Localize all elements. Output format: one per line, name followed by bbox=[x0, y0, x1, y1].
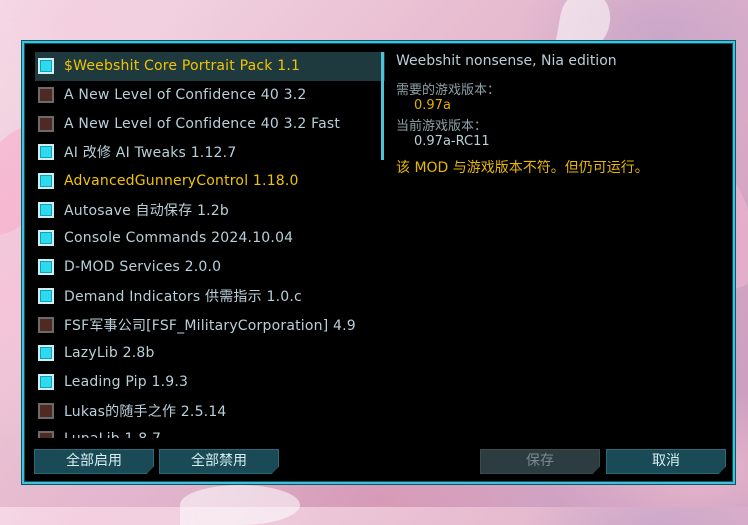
disable-all-button[interactable]: 全部禁用 bbox=[159, 449, 279, 474]
mod-name-label: D-MOD Services 2.0.0 bbox=[64, 259, 222, 276]
mod-name-label: Lukas的随手之作 2.5.14 bbox=[64, 403, 227, 420]
checkbox-checked[interactable] bbox=[38, 201, 54, 218]
mod-name-label: A New Level of Confidence 40 3.2 Fast bbox=[64, 115, 341, 132]
mod-list-item[interactable]: $Weebshit Core Portrait Pack 1.1 bbox=[35, 52, 385, 81]
current-version-label: 当前游戏版本： bbox=[396, 119, 488, 134]
mod-list-item[interactable]: LunaLib 1.8.7 bbox=[35, 425, 385, 438]
mod-list-item[interactable]: Autosave 自动保存 1.2b bbox=[35, 195, 385, 224]
mod-list-item[interactable]: LazyLib 2.8b bbox=[35, 339, 385, 368]
checkbox-unchecked[interactable] bbox=[38, 115, 54, 132]
mod-name-label: Console Commands 2024.10.04 bbox=[64, 230, 294, 247]
mod-list-item[interactable]: AdvancedGunneryControl 1.18.0 bbox=[35, 167, 385, 196]
checkbox-checked[interactable] bbox=[38, 287, 54, 304]
mod-info-panel: Weebshit nonsense, Nia edition 需要的游戏版本： … bbox=[396, 53, 726, 177]
checkbox-unchecked[interactable] bbox=[38, 402, 54, 419]
checkbox-unchecked[interactable] bbox=[38, 316, 54, 333]
mod-list-item[interactable]: D-MOD Services 2.0.0 bbox=[35, 253, 385, 282]
mod-list-item[interactable]: Leading Pip 1.9.3 bbox=[35, 368, 385, 397]
required-version-label: 需要的游戏版本： bbox=[396, 83, 501, 98]
mod-list-item[interactable]: FSF军事公司[FSF_MilitaryCorporation] 4.9 bbox=[35, 310, 385, 339]
mod-manager-dialog: $Weebshit Core Portrait Pack 1.1 A New Le… bbox=[22, 41, 735, 484]
mod-list-item[interactable]: AI 改修 AI Tweaks 1.12.7 bbox=[35, 138, 385, 167]
mod-list-scrollbar[interactable] bbox=[381, 52, 384, 160]
mod-list[interactable]: $Weebshit Core Portrait Pack 1.1 A New Le… bbox=[35, 52, 385, 438]
checkbox-checked[interactable] bbox=[38, 230, 54, 247]
mod-name-label: AI 改修 AI Tweaks 1.12.7 bbox=[64, 145, 237, 162]
mod-name-label: Autosave 自动保存 1.2b bbox=[64, 202, 229, 219]
version-mismatch-warning: 该 MOD 与游戏版本不符。但仍可运行。 bbox=[396, 160, 649, 176]
mod-name-label: $Weebshit Core Portrait Pack 1.1 bbox=[64, 58, 301, 75]
enable-all-button[interactable]: 全部启用 bbox=[34, 449, 154, 474]
mod-description: Weebshit nonsense, Nia edition bbox=[396, 53, 617, 69]
mod-name-label: Leading Pip 1.9.3 bbox=[64, 373, 189, 390]
checkbox-checked[interactable] bbox=[38, 144, 54, 161]
save-button[interactable]: 保存 bbox=[480, 449, 600, 474]
mod-name-label: FSF军事公司[FSF_MilitaryCorporation] 4.9 bbox=[64, 317, 356, 334]
mod-name-label: Demand Indicators 供需指示 1.0.c bbox=[64, 288, 302, 305]
checkbox-unchecked[interactable] bbox=[38, 87, 54, 104]
mod-list-item[interactable]: Lukas的随手之作 2.5.14 bbox=[35, 396, 385, 425]
mod-name-label: LazyLib 2.8b bbox=[64, 345, 155, 362]
checkbox-checked[interactable] bbox=[38, 58, 54, 75]
required-version-value: 0.97a bbox=[414, 98, 451, 113]
checkbox-checked[interactable] bbox=[38, 345, 54, 362]
mod-name-label: AdvancedGunneryControl 1.18.0 bbox=[64, 173, 299, 190]
checkbox-checked[interactable] bbox=[38, 173, 54, 190]
mod-list-item[interactable]: A New Level of Confidence 40 3.2 Fast bbox=[35, 109, 385, 138]
mod-list-item[interactable]: Demand Indicators 供需指示 1.0.c bbox=[35, 282, 385, 311]
checkbox-checked[interactable] bbox=[38, 259, 54, 276]
mod-list-item[interactable]: A New Level of Confidence 40 3.2 bbox=[35, 81, 385, 110]
current-version-value: 0.97a-RC11 bbox=[414, 134, 490, 149]
mod-list-item[interactable]: Console Commands 2024.10.04 bbox=[35, 224, 385, 253]
mod-name-label: LunaLib 1.8.7 bbox=[64, 431, 161, 438]
background-petal bbox=[180, 485, 300, 525]
mod-name-label: A New Level of Confidence 40 3.2 bbox=[64, 87, 307, 104]
checkbox-checked[interactable] bbox=[38, 373, 54, 390]
checkbox-unchecked[interactable] bbox=[38, 431, 54, 438]
cancel-button[interactable]: 取消 bbox=[606, 449, 726, 474]
